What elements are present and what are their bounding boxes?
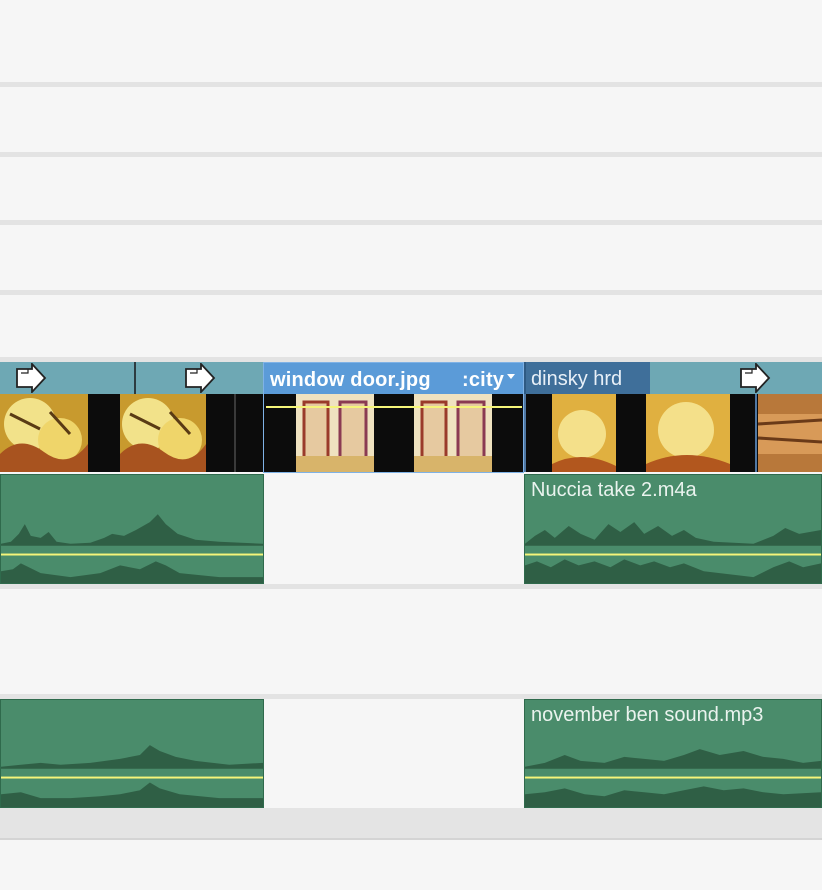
transition-arrow-icon[interactable] [14, 363, 48, 393]
audio-clip[interactable] [0, 474, 264, 584]
audio-clip-title: Nuccia take 2.m4a [531, 479, 697, 501]
transition-arrow-icon[interactable] [183, 363, 217, 393]
clip-divider [234, 394, 236, 472]
thumbnail [646, 394, 730, 472]
clip-divider [524, 394, 526, 472]
timeline-bottom-bar [0, 808, 822, 838]
thumbnail [120, 394, 206, 472]
thumbnail [552, 394, 616, 472]
track-separator [0, 584, 822, 589]
clip-title: dinsky hrd [531, 368, 623, 390]
track-separator [0, 220, 822, 225]
audio-clip[interactable]: Nuccia take 2.m4a [524, 474, 822, 584]
audio-clip-title: november ben sound.mp3 [531, 704, 764, 726]
audio-clip[interactable] [0, 699, 264, 808]
clip-header[interactable]: dinsky hrd [524, 362, 650, 394]
thumbnail [758, 394, 822, 472]
transition-arrow-icon[interactable] [738, 363, 772, 393]
selected-clip-header[interactable]: window door.jpg :city [264, 362, 523, 394]
audio-clip[interactable]: november ben sound.mp3 [524, 699, 822, 808]
track-separator [0, 290, 822, 295]
timeline-bottom-divider [0, 838, 822, 840]
clip-title-suffix: :city [462, 369, 505, 391]
track-separator [0, 82, 822, 87]
clip-divider [755, 394, 757, 472]
volume-line[interactable] [266, 406, 522, 408]
clip-title: window door.jpg [270, 369, 431, 391]
clip-header[interactable] [650, 362, 822, 394]
chevron-down-icon[interactable] [507, 374, 515, 379]
thumbnail [0, 394, 88, 472]
track-separator [0, 152, 822, 157]
